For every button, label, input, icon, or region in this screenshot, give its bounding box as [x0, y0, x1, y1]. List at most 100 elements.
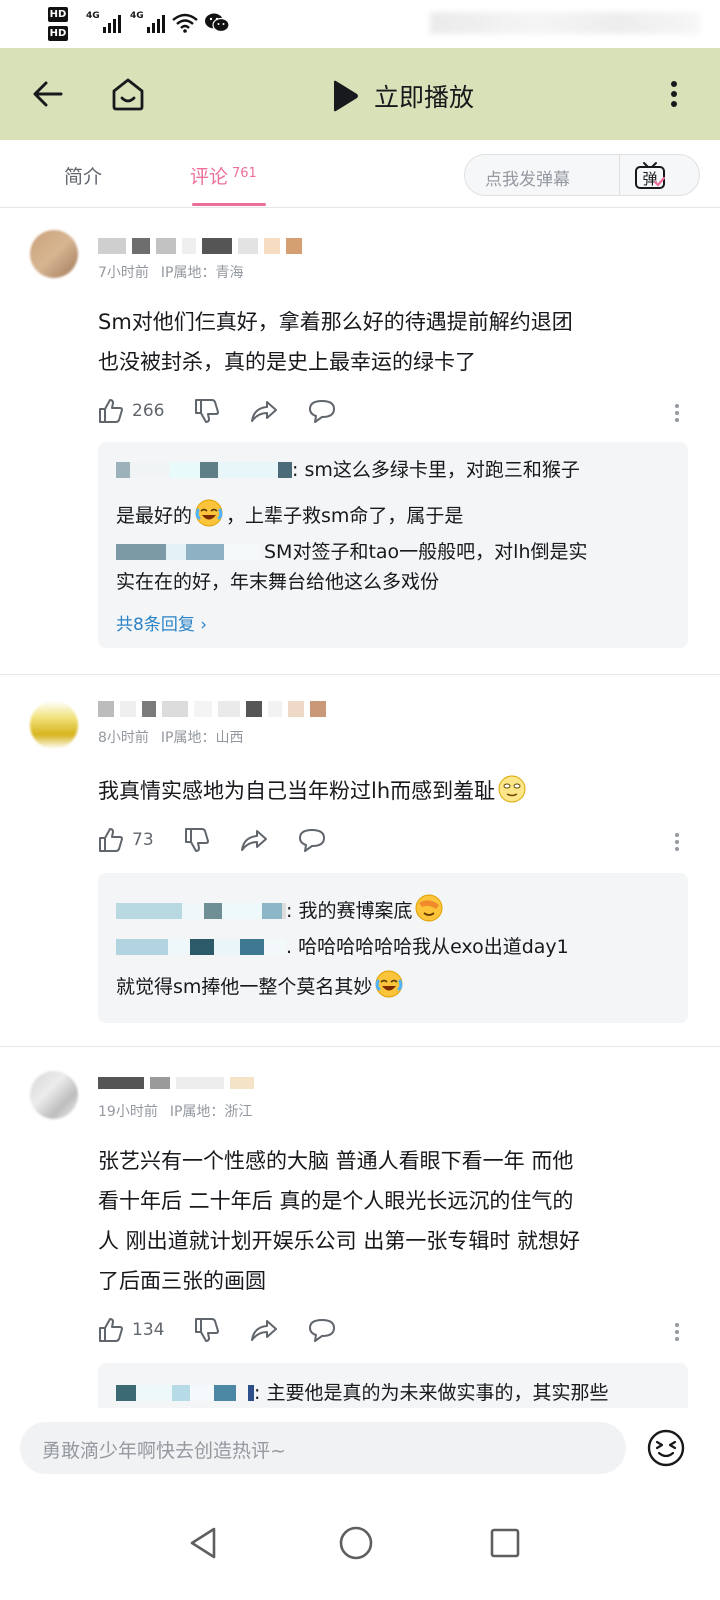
danmaku-placeholder: 点我发弹幕: [485, 170, 570, 190]
reply-preview[interactable]: : 我的赛博案底 . 哈哈哈哈哈哈我从exo出道day1 就觉得sm捧他一整个莫…: [98, 873, 688, 1023]
reply-line: 就觉得sm捧他一整个莫名其妙: [116, 969, 406, 1001]
share-icon: [251, 1320, 278, 1341]
comment-item: 7小时前 IP属地：青海 Sm对他们仨真好，拿着那么好的待遇提前解约退团 也没被封…: [0, 208, 720, 674]
reply-line: : 我的赛博案底: [116, 893, 446, 925]
reply-button[interactable]: [298, 827, 326, 853]
hd-indicator-2: HD: [48, 26, 68, 41]
avatar[interactable]: [30, 230, 78, 278]
like-button[interactable]: 266: [98, 398, 164, 424]
thumbs-up-icon: [99, 1318, 123, 1342]
thumbs-down-icon: [184, 828, 209, 852]
comment-item: 19小时前 IP属地：浙江 张艺兴有一个性感的大脑 普通人看眼下看一年 而他 看十…: [0, 1047, 720, 1423]
back-arrow-icon: [33, 81, 63, 107]
comment-ip: IP属地：浙江: [169, 1104, 253, 1120]
nav-recents-square-icon: [490, 1528, 520, 1558]
status-right-blurred: [430, 12, 700, 34]
avatar[interactable]: [30, 701, 78, 749]
tab-comments[interactable]: 评论 761: [190, 162, 257, 189]
nav-home-button[interactable]: [333, 1520, 379, 1566]
comment-time: 19小时前: [98, 1104, 158, 1120]
more-vertical-icon: [671, 81, 677, 107]
laugh-cry-emoji-icon: [195, 499, 223, 527]
thumbs-up-icon: [99, 828, 123, 852]
comment-text: 张艺兴有一个性感的大脑 普通人看眼下看一年 而他 看十年后 二十年后 真的是个人…: [98, 1149, 581, 1293]
hd-indicator-1: HD: [48, 7, 68, 22]
signal-icon-2: 4G: [130, 11, 165, 33]
dislike-button[interactable]: [194, 398, 220, 424]
reply-line: : sm这么多绿卡里，对跑三和猴子: [116, 456, 580, 484]
reply-line: SM对签子和tao一般般吧，对lh倒是实: [116, 538, 588, 566]
dislike-button[interactable]: [194, 1317, 220, 1343]
comment-bubble-icon: [309, 1319, 336, 1342]
username-blurred[interactable]: [98, 701, 326, 717]
comment-time: 8小时前: [98, 730, 149, 746]
reply-preview[interactable]: : sm这么多绿卡里，对跑三和猴子 是最好的 ，上辈子救sm命了，属于是 SM对签…: [98, 442, 688, 648]
reply-button[interactable]: [308, 398, 336, 424]
comment-ip: IP属地：青海: [160, 265, 244, 281]
signal-icon-1: 4G: [86, 11, 121, 33]
share-icon: [251, 401, 278, 422]
play-now-button[interactable]: 立即播放: [330, 76, 474, 116]
play-now-label: 立即播放: [374, 83, 475, 112]
more-menu-button[interactable]: [646, 66, 702, 122]
comment-actions: 134: [98, 1315, 366, 1345]
nav-back-triangle-icon: [190, 1527, 216, 1559]
comment-count: 761: [232, 166, 257, 181]
wechat-icon: [205, 13, 230, 33]
smirk-emoji-icon: [498, 775, 526, 803]
comment-actions: 73: [98, 825, 356, 855]
comment-bubble-icon: [298, 829, 325, 852]
svg-text:弹: 弹: [642, 170, 657, 188]
reply-button[interactable]: [308, 1317, 336, 1343]
laugh-cry-emoji-icon: [375, 970, 403, 998]
dislike-button[interactable]: [184, 827, 210, 853]
thumbs-down-icon: [195, 1318, 220, 1342]
nav-home-circle-icon: [339, 1526, 373, 1560]
comment-input[interactable]: 勇敢滴少年啊快去创造热评~: [20, 1422, 626, 1474]
back-button[interactable]: [20, 66, 76, 122]
comment-item: 8小时前 IP属地：山西 我真情实感地为自己当年粉过lh而感到羞耻 73 : 我的…: [0, 675, 720, 1047]
comment-more-icon[interactable]: [674, 1323, 680, 1344]
danmaku-input[interactable]: 点我发弹幕 弹: [464, 154, 700, 196]
view-more-replies-link[interactable]: 共8条回复 ›: [116, 610, 207, 635]
comment-text: Sm对他们仨真好，拿着那么好的待遇提前解约退团 也没被封杀，真的是史上最幸运的绿…: [98, 310, 573, 374]
facepalm-emoji-icon: [415, 894, 443, 922]
comment-bubble-icon: [309, 400, 336, 423]
comment-time: 7小时前: [98, 265, 149, 281]
share-button[interactable]: [250, 1318, 278, 1342]
share-button[interactable]: [240, 828, 268, 852]
home-button[interactable]: [100, 66, 156, 122]
tab-active-indicator: [192, 203, 266, 206]
video-header: 立即播放: [0, 48, 720, 140]
reply-line: : 主要他是真的为未来做实事的，其实那些: [116, 1379, 608, 1407]
comment-meta: 7小时前 IP属地：青海: [98, 262, 244, 282]
danmaku-toggle-icon[interactable]: 弹: [633, 161, 667, 191]
comment-meta: 8小时前 IP属地：山西: [98, 727, 244, 747]
avatar[interactable]: [30, 1071, 78, 1119]
username-blurred[interactable]: [98, 238, 302, 254]
username-blurred[interactable]: [98, 1077, 254, 1089]
nav-back-button[interactable]: [180, 1520, 226, 1566]
like-button[interactable]: 134: [98, 1317, 164, 1343]
comment-text: 我真情实感地为自己当年粉过lh而感到羞耻: [98, 771, 698, 811]
like-count: 73: [132, 830, 154, 850]
reply-line: . 哈哈哈哈哈哈我从exo出道day1: [116, 933, 569, 961]
wifi-icon: [172, 13, 198, 33]
emoji-face-icon[interactable]: [646, 1428, 686, 1468]
comment-ip: IP属地：山西: [160, 730, 244, 746]
reply-line: 是最好的 ，上辈子救sm命了，属于是: [116, 498, 463, 530]
share-button[interactable]: [250, 399, 278, 423]
like-button[interactable]: 73: [98, 827, 154, 853]
comment-more-icon[interactable]: [674, 404, 680, 425]
home-tv-icon: [112, 78, 144, 111]
thumbs-down-icon: [195, 399, 220, 423]
reply-line: 实在在的好，年末舞台给他这么多戏份: [116, 571, 440, 593]
share-icon: [240, 830, 267, 851]
nav-recents-button[interactable]: [482, 1520, 528, 1566]
system-nav-bar: [0, 1490, 720, 1600]
comment-more-icon[interactable]: [674, 833, 680, 854]
comment-input-placeholder: 勇敢滴少年啊快去创造热评~: [42, 1440, 286, 1462]
tab-bar: 简介 评论 761 点我发弹幕 弹: [0, 140, 720, 208]
comment-input-bar: 勇敢滴少年啊快去创造热评~: [0, 1408, 720, 1490]
tab-intro[interactable]: 简介: [64, 162, 102, 189]
